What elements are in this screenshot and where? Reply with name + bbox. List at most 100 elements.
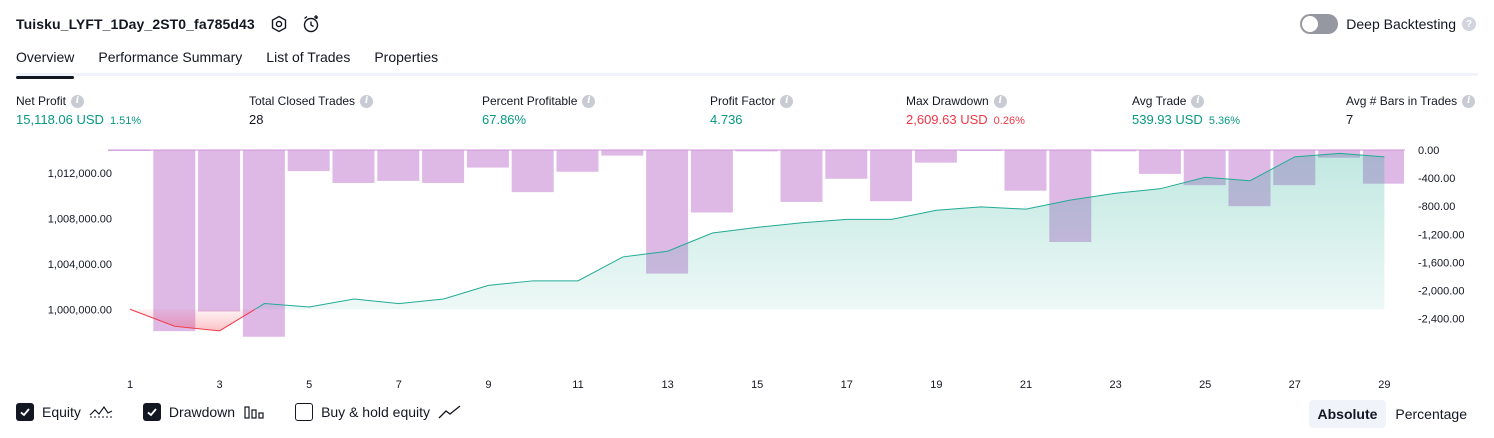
x-axis-tick-label: 29 <box>1378 379 1390 391</box>
drawdown-bar <box>1004 150 1047 191</box>
stat-label: Avg Trade <box>1132 94 1187 108</box>
drawdown-bar <box>690 150 733 213</box>
x-axis-tick-label: 11 <box>572 379 583 391</box>
equity-checkbox[interactable] <box>16 403 34 421</box>
y-axis-left-tick-label: 1,012,000.00 <box>48 168 112 180</box>
drawdown-bar <box>825 150 868 179</box>
drawdown-bar <box>556 150 599 172</box>
x-axis-tick-label: 15 <box>751 379 763 391</box>
stat-value: 15,118.06 USD <box>16 112 104 127</box>
x-axis-tick-label: 3 <box>217 379 223 391</box>
tab-properties[interactable]: Properties <box>374 46 438 76</box>
absolute-button[interactable]: Absolute <box>1308 400 1387 428</box>
legend-label: Equity <box>42 404 81 420</box>
toggle-knob <box>1302 16 1319 32</box>
y-axis-left-tick-label: 1,000,000.00 <box>48 304 112 316</box>
percentage-button[interactable]: Percentage <box>1386 400 1476 428</box>
add-alert-clock-icon[interactable] <box>301 14 321 34</box>
drawdown-bar <box>601 150 644 156</box>
drawdown-bar <box>1094 150 1137 152</box>
tab-overview[interactable]: Overview <box>16 46 75 79</box>
info-icon[interactable]: i <box>582 94 596 108</box>
equity-drawdown-chart[interactable]: 1,000,000.00 1,004,000.00 1,008,000.00 1,01… <box>0 140 1494 395</box>
drawdown-bar <box>287 150 330 172</box>
stat-total-closed-trades: Total Closed Trades i 28 <box>249 94 374 127</box>
stat-value: 539.93 USD <box>1132 112 1203 127</box>
info-icon[interactable]: i <box>1191 94 1205 108</box>
legend-drawdown[interactable]: Drawdown <box>142 403 265 421</box>
buy-hold-checkbox[interactable] <box>295 403 314 421</box>
legend-equity[interactable]: Equity <box>16 403 113 421</box>
drawdown-bar <box>870 150 913 202</box>
x-axis-tick-label: 13 <box>661 379 673 391</box>
y-axis-left-tick-label: 1,004,000.00 <box>48 259 112 271</box>
help-icon[interactable]: ? <box>1462 17 1476 31</box>
tab-list-of-trades[interactable]: List of Trades <box>266 46 350 76</box>
deep-backtesting-label: Deep Backtesting <box>1346 16 1456 32</box>
stat-avg-trade: Avg Trade i 539.93 USD 5.36% <box>1132 94 1240 127</box>
stat-avg-bars-in-trades: Avg # Bars in Trades i 7 <box>1346 94 1476 127</box>
info-icon[interactable]: i <box>1462 94 1476 108</box>
view-mode-toggle: Absolute Percentage <box>1308 400 1477 428</box>
stat-net-profit: Net Profit i 15,118.06 USD 1.51% <box>16 94 141 127</box>
y-axis-right-tick-label: -1,600.00 <box>1418 257 1464 269</box>
legend-buy-hold-equity[interactable]: Buy & hold equity <box>295 403 462 421</box>
info-icon[interactable]: i <box>993 94 1007 108</box>
buy-hold-line-icon <box>438 404 462 420</box>
y-axis-right-tick-label: -800.00 <box>1418 201 1455 213</box>
legend-label: Buy & hold equity <box>321 404 431 420</box>
drawdown-checkbox[interactable] <box>142 403 161 421</box>
drawdown-bar <box>108 150 151 151</box>
legend-label: Drawdown <box>168 404 236 420</box>
x-axis-tick-label: 1 <box>127 379 133 391</box>
strategy-title: Tuisku_LYFT_1Day_2ST0_fa785d43 <box>16 16 255 32</box>
y-axis-right-tick-label: -2,400.00 <box>1418 314 1464 326</box>
y-axis-right-tick-label: -1,200.00 <box>1418 229 1464 241</box>
drawdown-bars-icon <box>243 404 265 420</box>
stat-value: 4.736 <box>710 112 743 127</box>
deep-backtesting-toggle[interactable] <box>1300 14 1339 34</box>
stat-value: 7 <box>1346 112 1354 127</box>
stat-label: Total Closed Trades <box>249 94 356 108</box>
drawdown-bar <box>198 150 241 312</box>
stat-value: 67.86% <box>482 112 527 127</box>
drawdown-bar <box>1138 150 1181 174</box>
info-icon[interactable]: i <box>780 94 794 108</box>
equity-line-icon <box>89 404 113 420</box>
stat-profit-factor: Profit Factor i 4.736 <box>710 94 794 127</box>
deep-backtesting: Deep Backtesting ? <box>1300 14 1476 34</box>
x-axis-tick-label: 19 <box>930 379 942 391</box>
y-axis-left-tick-label: 1,008,000.00 <box>48 213 112 225</box>
drawdown-bar <box>735 150 778 152</box>
settings-gear-icon[interactable] <box>269 14 289 34</box>
stat-value: 28 <box>249 112 264 127</box>
stat-percent: 0.26% <box>993 115 1025 127</box>
stat-max-drawdown: Max Drawdown i 2,609.63 USD 0.26% <box>906 94 1025 127</box>
x-axis-tick-label: 9 <box>485 379 491 391</box>
drawdown-bar <box>466 150 509 168</box>
y-axis-right-tick-label: 0.00 <box>1418 145 1439 157</box>
x-axis-tick-label: 17 <box>841 379 853 391</box>
stat-percent: 5.36% <box>1208 115 1241 127</box>
y-axis-right-tick-label: -400.00 <box>1418 173 1455 185</box>
stat-label: Net Profit <box>16 94 67 108</box>
drawdown-bar <box>332 150 375 184</box>
stats-row: Net Profit i 15,118.06 USD 1.51% Total Clo… <box>0 94 1494 134</box>
drawdown-bar <box>959 150 1002 151</box>
x-axis-tick-label: 27 <box>1289 379 1301 391</box>
drawdown-bar <box>914 150 957 163</box>
info-icon[interactable]: i <box>360 94 374 108</box>
tab-performance-summary[interactable]: Performance Summary <box>98 46 242 76</box>
stat-label: Percent Profitable <box>482 94 578 108</box>
y-axis-right-tick-label: -2,000.00 <box>1418 285 1464 297</box>
drawdown-bar <box>377 150 420 181</box>
info-icon[interactable]: i <box>71 94 85 108</box>
drawdown-bar <box>153 150 196 332</box>
stat-label: Avg # Bars in Trades <box>1346 94 1458 108</box>
strategy-header: Tuisku_LYFT_1Day_2ST0_fa785d43 <box>16 13 321 35</box>
x-axis-tick-label: 5 <box>306 379 312 391</box>
stat-value: 2,609.63 USD <box>906 112 988 127</box>
x-axis-tick-label: 23 <box>1109 379 1121 391</box>
tab-bar: Overview Performance Summary List of Tra… <box>16 46 1478 79</box>
x-axis-tick-label: 7 <box>396 379 402 391</box>
